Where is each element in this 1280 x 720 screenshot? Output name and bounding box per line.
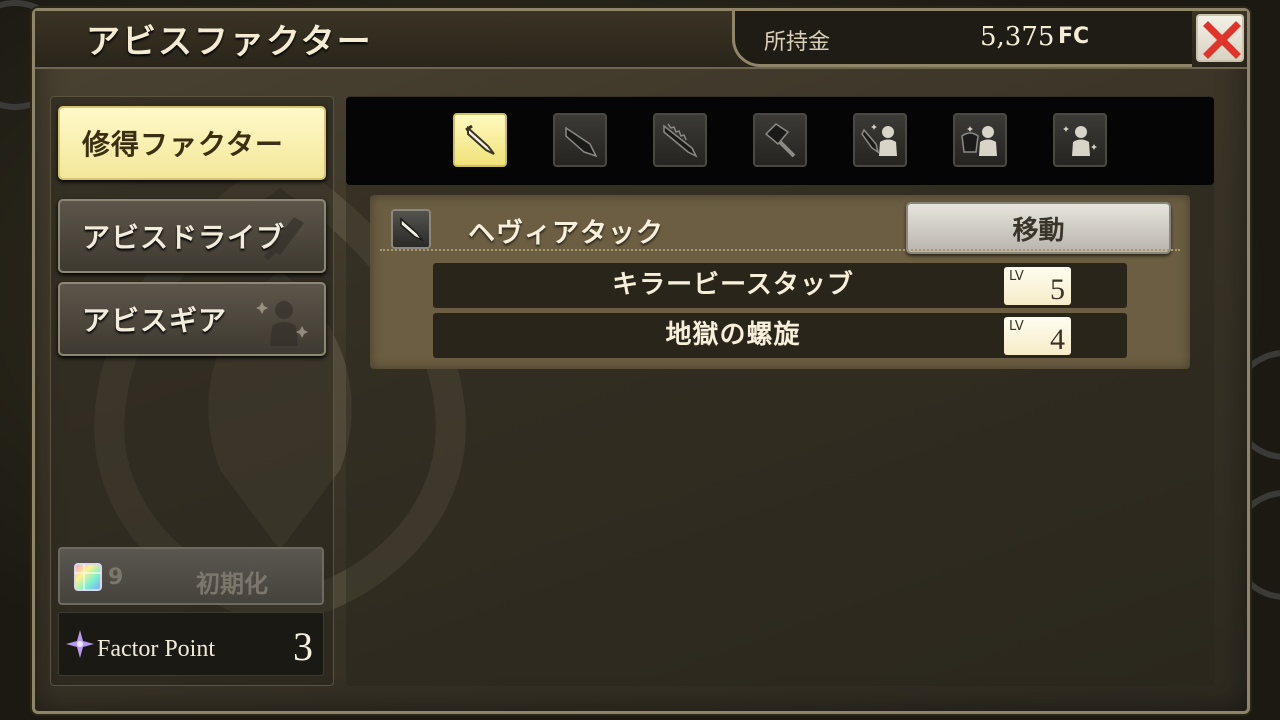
sparkle-icon <box>66 630 94 658</box>
level-value: 5 <box>1050 273 1065 306</box>
character-sparkle-icon <box>256 301 308 346</box>
divider <box>380 249 1180 251</box>
level-tag: LV <box>1009 319 1024 334</box>
tab-character-sparkle[interactable] <box>1053 113 1107 167</box>
sub-skill-name: 地獄の螺旋 <box>665 320 801 350</box>
factor-point-label: Factor Point <box>97 636 215 662</box>
sub-skill-name: キラービースタッブ <box>612 270 854 300</box>
level-badge: LV 5 <box>1004 267 1071 306</box>
window-title: アビスファクター <box>86 22 373 62</box>
factor-point-value: 3 <box>293 624 313 669</box>
money-label: 所持金 <box>764 30 831 55</box>
hammer-icon <box>764 123 796 158</box>
move-label: 移動 <box>1012 215 1065 246</box>
menu-label: 修得ファクター <box>82 128 284 161</box>
sub-skill-row[interactable]: キラービースタッブ LV 5 <box>433 263 1127 308</box>
level-badge: LV 4 <box>1004 317 1071 356</box>
sub-skill-row[interactable]: 地獄の螺旋 LV 4 <box>433 313 1127 358</box>
skill-name: ヘヴィアタック <box>468 218 664 249</box>
menu-label: アビスギア <box>82 304 228 337</box>
blade-character-icon <box>861 124 897 156</box>
skill-type-badge <box>391 209 431 249</box>
tab-hammer[interactable] <box>753 113 807 167</box>
menu-abyss-gear-button[interactable]: アビスギア <box>58 282 326 356</box>
prism-cube-icon <box>74 563 102 591</box>
reset-button[interactable]: 9 初期化 <box>58 547 324 605</box>
tab-armor-character[interactable] <box>953 113 1007 167</box>
tab-blade-character[interactable] <box>853 113 907 167</box>
armor-character-icon <box>961 126 997 156</box>
broad-blade-icon <box>565 126 598 158</box>
money-value: 5,375 <box>980 22 1055 52</box>
saw-blade-icon <box>663 123 698 158</box>
light-blade-icon <box>400 217 425 242</box>
menu-label: アビスドライブ <box>82 221 286 254</box>
level-tag: LV <box>1009 269 1024 284</box>
reset-label: 初期化 <box>196 570 268 598</box>
reset-count: 9 <box>108 565 124 590</box>
money-unit: FC <box>1058 24 1090 49</box>
tab-saw-blade[interactable] <box>653 113 707 167</box>
tab-broad-blade[interactable] <box>553 113 607 167</box>
tab-light-blade[interactable] <box>453 113 507 167</box>
menu-abyss-drive-button[interactable]: アビスドライブ <box>58 199 326 273</box>
factor-point-display: Factor Point 3 <box>58 612 324 676</box>
close-button[interactable] <box>1196 14 1244 62</box>
close-x-icon <box>1203 21 1241 59</box>
move-button[interactable]: 移動 <box>906 202 1171 254</box>
level-value: 4 <box>1050 323 1065 356</box>
menu-acquired-factor-button[interactable]: 修得ファクター <box>58 106 326 180</box>
character-sparkle-icon <box>1063 126 1097 156</box>
light-blade-icon <box>465 124 495 155</box>
broad-blade-icon <box>263 217 304 261</box>
